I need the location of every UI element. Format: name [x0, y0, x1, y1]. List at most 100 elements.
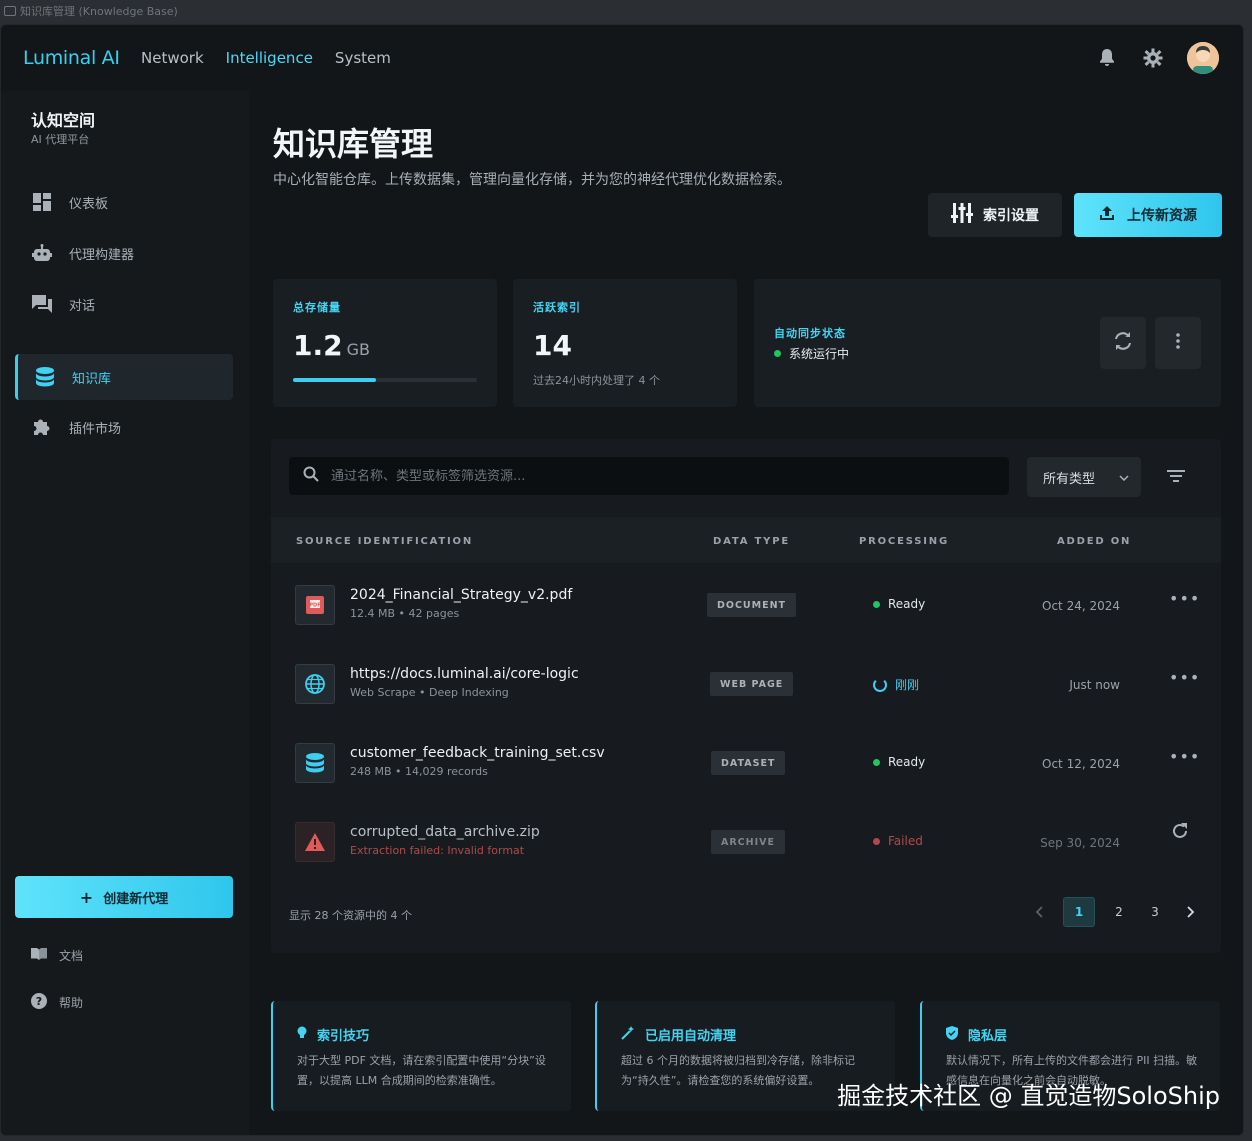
storage-unit: GB: [346, 340, 370, 359]
lightbulb-icon: [297, 1026, 307, 1044]
active-index-value: 14: [533, 329, 572, 362]
sidebar-item-label: 对话: [69, 298, 96, 314]
header-data-type: DATA TYPE: [713, 536, 790, 547]
top-navbar: Luminal AI Network Intelligence System: [1, 25, 1243, 91]
table-row[interactable]: https://docs.luminal.ai/core-logic Web S…: [271, 642, 1221, 721]
plus-icon: +: [79, 887, 94, 907]
row-name: https://docs.luminal.ai/core-logic: [350, 666, 579, 682]
row-name: 2024_Financial_Strategy_v2.pdf: [350, 587, 573, 603]
chevron-down-icon: [1119, 470, 1129, 485]
status-text: Ready: [888, 755, 926, 769]
pdf-icon: PDF: [295, 585, 335, 625]
resources-panel: 所有类型 SOURCE IDENTIFICATION DATA TYPE PRO…: [271, 439, 1221, 953]
more-horizontal-icon[interactable]: •••: [1169, 668, 1200, 687]
robot-icon: [31, 242, 53, 264]
upload-icon: [1099, 205, 1115, 225]
brand-logo[interactable]: Luminal AI: [23, 47, 120, 69]
active-index-stat-card: 活跃索引 14 过去24小时内处理了 4 个: [513, 279, 737, 407]
sidebar-docs-link[interactable]: 文档: [31, 947, 83, 964]
more-horizontal-icon[interactable]: •••: [1169, 589, 1200, 608]
docs-label: 文档: [59, 949, 84, 963]
workspace-subtitle: AI 代理平台: [31, 133, 90, 146]
help-icon: ?: [31, 993, 47, 1012]
page-button-3[interactable]: 3: [1143, 897, 1167, 927]
index-settings-button[interactable]: 索引设置: [928, 193, 1062, 237]
search-input[interactable]: [331, 468, 971, 484]
sidebar-help-link[interactable]: ? 帮助: [31, 993, 83, 1012]
page-button-2[interactable]: 2: [1107, 897, 1131, 927]
sidebar: 认知空间 AI 代理平台 仪表板 代理构建器 对话 知识库 插件市场 + 创建新…: [1, 91, 249, 1135]
book-icon: [31, 948, 47, 963]
row-meta: 248 MB • 14,029 records: [350, 765, 488, 778]
retry-icon: [1171, 823, 1189, 844]
bell-icon[interactable]: [1095, 46, 1119, 70]
filter-lines-icon: [1167, 468, 1185, 487]
table-header: SOURCE IDENTIFICATION DATA TYPE PROCESSI…: [271, 517, 1221, 563]
magic-wand-icon: [621, 1025, 635, 1044]
prev-page-button[interactable]: [1027, 897, 1051, 927]
sidebar-item-chat[interactable]: 对话: [15, 281, 233, 327]
database-icon: [34, 366, 56, 388]
type-select[interactable]: 所有类型: [1027, 457, 1141, 497]
help-label: 帮助: [59, 996, 84, 1010]
retry-button[interactable]: [1171, 822, 1189, 844]
sidebar-item-label: 知识库: [72, 371, 112, 387]
sidebar-item-dashboard[interactable]: 仪表板: [15, 179, 233, 225]
table-row[interactable]: customer_feedback_training_set.csv 248 M…: [271, 721, 1221, 800]
type-badge: ARCHIVE: [711, 830, 785, 854]
nav-link-intelligence[interactable]: Intelligence: [226, 49, 313, 67]
type-badge: DATASET: [711, 751, 786, 775]
more-vertical-icon: [1176, 333, 1180, 353]
workspace-title: 认知空间: [31, 111, 96, 130]
sidebar-item-label: 插件市场: [69, 421, 122, 437]
row-meta: Extraction failed: Invalid format: [350, 844, 525, 857]
sidebar-item-agent-builder[interactable]: 代理构建器: [15, 230, 233, 276]
page-button-1[interactable]: 1: [1063, 897, 1095, 927]
table-row[interactable]: PDF 2024_Financial_Strategy_v2.pdf 12.4 …: [271, 563, 1221, 642]
status-text: 刚刚: [895, 678, 920, 692]
sync-button[interactable]: [1100, 317, 1146, 369]
next-page-button[interactable]: [1179, 897, 1203, 927]
storage-progress: [293, 378, 477, 382]
app-window-icon: [4, 6, 16, 16]
search-bar: [289, 457, 1009, 495]
header-added-on: ADDED ON: [1057, 536, 1132, 547]
gear-icon[interactable]: [1141, 46, 1165, 70]
table-row[interactable]: corrupted_data_archive.zip Extraction fa…: [271, 800, 1221, 879]
app-titlebar: 知识库管理 (Knowledge Base): [0, 0, 1252, 22]
sidebar-item-knowledge-base[interactable]: 知识库: [15, 354, 233, 400]
sidebar-item-label: 仪表板: [69, 196, 109, 212]
nav-link-network[interactable]: Network: [141, 49, 204, 67]
index-settings-label: 索引设置: [983, 208, 1039, 224]
processing-status: Ready: [873, 597, 925, 611]
chat-icon: [31, 293, 53, 315]
more-horizontal-icon[interactable]: •••: [1169, 747, 1200, 766]
storage-progress-fill: [293, 378, 376, 382]
type-badge: DOCUMENT: [707, 593, 797, 617]
create-agent-button[interactable]: + 创建新代理: [15, 876, 233, 918]
row-meta: 12.4 MB • 42 pages: [350, 607, 460, 620]
processing-status: Failed: [873, 834, 923, 848]
status-dot: [873, 758, 880, 766]
svg-text:PDF: PDF: [309, 603, 320, 609]
main-content: 知识库管理 中心化智能仓库。上传数据集，管理向量化存储，并为您的神经代理优化数据…: [249, 91, 1243, 1135]
sidebar-item-plugin-market[interactable]: 插件市场: [15, 404, 233, 450]
upload-resource-button[interactable]: 上传新资源: [1074, 193, 1222, 237]
refresh-icon: [1114, 332, 1132, 354]
header-source: SOURCE IDENTIFICATION: [296, 536, 474, 547]
status-dot: [774, 350, 781, 357]
sync-label: 自动同步状态: [774, 327, 846, 340]
shield-icon: [946, 1025, 958, 1044]
filter-button[interactable]: [1163, 465, 1189, 489]
nav-link-system[interactable]: System: [335, 49, 391, 67]
sliders-icon: [951, 203, 973, 227]
type-badge: WEB PAGE: [710, 672, 794, 696]
added-date: Sep 30, 2024: [1040, 836, 1120, 850]
user-avatar[interactable]: [1187, 42, 1219, 74]
row-name: customer_feedback_training_set.csv: [350, 745, 605, 761]
page-title: 知识库管理: [273, 125, 434, 163]
search-icon: [303, 466, 319, 486]
sync-more-button[interactable]: [1155, 317, 1201, 369]
processing-status: Ready: [873, 755, 925, 769]
sync-status-card: 自动同步状态 系统运行中: [754, 279, 1221, 407]
